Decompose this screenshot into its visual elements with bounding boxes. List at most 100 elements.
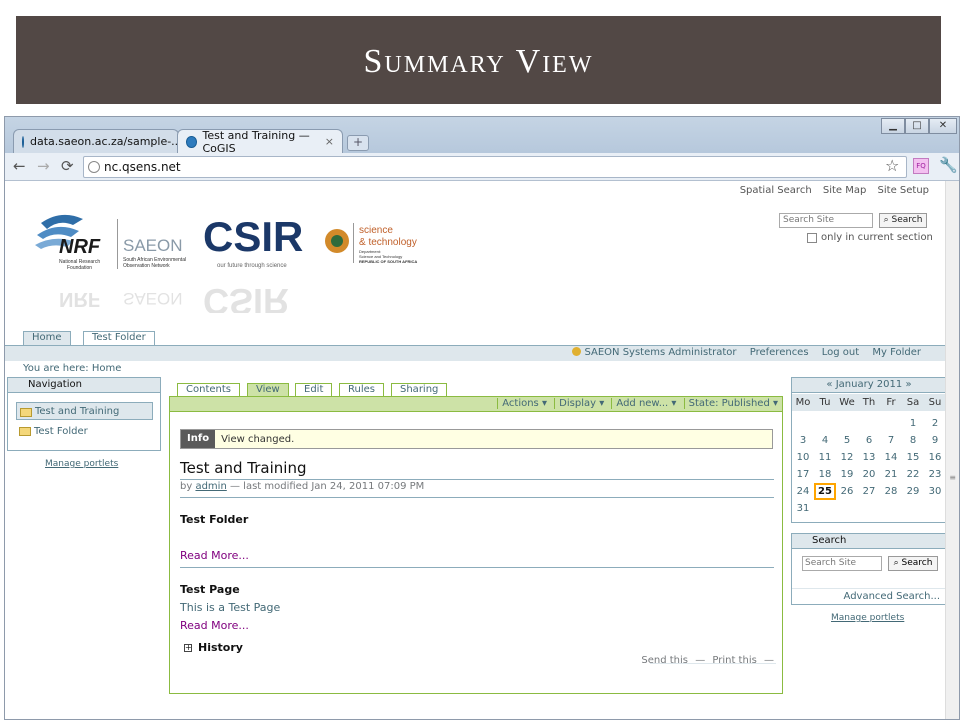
csir-tagline: our future through science [217, 263, 287, 269]
site-action-spatial-search[interactable]: Spatial Search [740, 185, 812, 196]
page-scrollbar[interactable]: ≡ [945, 181, 959, 719]
my-folder-link[interactable]: My Folder [872, 347, 921, 358]
print-this-link[interactable]: Print this [712, 655, 756, 666]
user-icon [572, 347, 582, 356]
site-action-site-map[interactable]: Site Map [823, 185, 866, 196]
dst-text-1: science [359, 225, 393, 236]
item-title-test-folder[interactable]: Test Folder [180, 513, 248, 526]
calendar-day[interactable]: 13 [858, 449, 880, 466]
calendar-day[interactable]: 23 [924, 466, 946, 483]
calendar-day[interactable]: 4 [814, 432, 836, 449]
portal-tab-test-folder[interactable]: Test Folder [83, 331, 155, 345]
tab-sharing[interactable]: Sharing [391, 383, 448, 397]
manage-portlets-right[interactable]: Manage portlets [831, 613, 904, 623]
nav-item-test-folder[interactable]: Test Folder [16, 422, 153, 440]
nav-item-test-and-training[interactable]: Test and Training [16, 402, 153, 420]
calendar-day[interactable]: 27 [858, 483, 880, 500]
calendar-day[interactable]: 14 [880, 449, 902, 466]
current-section-label: only in current section [821, 232, 933, 243]
calendar-prev[interactable]: « [826, 379, 832, 390]
calendar-day[interactable]: 11 [814, 449, 836, 466]
calendar-day[interactable]: 30 [924, 483, 946, 500]
site-search-button-label: Search [891, 215, 923, 225]
portlet-search-button[interactable]: ⌕ Search [888, 556, 938, 571]
status-message: Info View changed. [180, 429, 773, 449]
calendar-day[interactable]: 8 [902, 432, 924, 449]
dst-text-2: & technology [359, 237, 417, 248]
read-more-link[interactable]: Read More... [180, 619, 249, 632]
bookmark-star-icon[interactable]: ☆ [885, 156, 899, 175]
calendar-day[interactable]: 3 [792, 432, 814, 449]
calendar-day[interactable]: 1 [902, 415, 924, 432]
history-toggle[interactable]: + History [184, 641, 243, 654]
calendar-day[interactable]: 5 [836, 432, 858, 449]
extension-icon[interactable]: FQ [913, 158, 929, 174]
calendar-day[interactable]: 21 [880, 466, 902, 483]
calendar-day[interactable]: 22 [902, 466, 924, 483]
logout-link[interactable]: Log out [822, 347, 859, 358]
calendar-day[interactable]: 2 [924, 415, 946, 432]
breadcrumb-home[interactable]: Home [92, 363, 122, 374]
preferences-link[interactable]: Preferences [750, 347, 809, 358]
calendar-day[interactable]: 26 [836, 483, 858, 500]
close-window-button[interactable]: ✕ [929, 118, 957, 134]
calendar-day[interactable]: 7 [880, 432, 902, 449]
tab-edit[interactable]: Edit [295, 383, 333, 397]
calendar-day[interactable]: 24 [792, 483, 814, 500]
site-search-input[interactable]: Search Site [779, 213, 873, 228]
minimize-button[interactable]: ▁ [881, 118, 905, 134]
calendar-day[interactable]: 31 [792, 500, 814, 517]
back-icon[interactable]: ← [13, 157, 26, 175]
forward-icon[interactable]: → [37, 157, 50, 175]
browser-tab-saeon[interactable]: data.saeon.ac.za/sample-... × [13, 129, 191, 153]
state-menu[interactable]: State: Published ▾ [683, 398, 778, 409]
personal-bar: SAEON Systems Administrator Preferences … [5, 345, 945, 361]
actions-menu[interactable]: Actions ▾ [497, 398, 547, 409]
close-tab-icon[interactable]: × [325, 135, 334, 148]
wrench-icon[interactable]: 🔧 [939, 156, 958, 174]
tab-label: data.saeon.ac.za/sample-... [30, 135, 182, 148]
web-page: Spatial Search Site Map Site Setup NRF N… [5, 181, 959, 719]
portlet-search-input[interactable]: Search Site [802, 556, 882, 571]
new-tab-button[interactable]: + [347, 135, 369, 151]
author-link[interactable]: admin [195, 481, 226, 492]
calendar-day[interactable]: 18 [814, 466, 836, 483]
calendar-day[interactable]: 17 [792, 466, 814, 483]
item-title-test-page[interactable]: Test Page [180, 583, 240, 596]
user-name-link[interactable]: SAEON Systems Administrator [584, 347, 736, 358]
calendar-day[interactable]: 20 [858, 466, 880, 483]
maximize-button[interactable]: □ [905, 118, 929, 134]
calendar-day[interactable]: 12 [836, 449, 858, 466]
tab-rules[interactable]: Rules [339, 383, 384, 397]
calendar-day[interactable]: 19 [836, 466, 858, 483]
calendar-day[interactable]: 16 [924, 449, 946, 466]
add-new-menu[interactable]: Add new... ▾ [611, 398, 677, 409]
advanced-search-link[interactable]: Advanced Search... [792, 588, 946, 604]
calendar-today[interactable]: 25 [814, 483, 836, 500]
info-label: Info [181, 430, 216, 448]
current-section-checkbox[interactable] [807, 232, 817, 243]
calendar-day[interactable]: 15 [902, 449, 924, 466]
reload-icon[interactable]: ⟳ [61, 157, 74, 175]
calendar-day[interactable]: 29 [902, 483, 924, 500]
calendar-day[interactable]: 6 [858, 432, 880, 449]
tab-contents[interactable]: Contents [177, 383, 240, 397]
calendar-next[interactable]: » [905, 379, 911, 390]
portal-tab-home[interactable]: Home [23, 331, 71, 345]
display-menu[interactable]: Display ▾ [554, 398, 605, 409]
magnifier-icon: ⌕ [883, 215, 889, 225]
calendar-day[interactable]: 10 [792, 449, 814, 466]
manage-portlets-left[interactable]: Manage portlets [45, 459, 118, 469]
site-action-site-setup[interactable]: Site Setup [878, 185, 929, 196]
browser-tab-cogis[interactable]: Test and Training — CoGIS × [177, 129, 343, 155]
address-bar[interactable]: nc.qsens.net [83, 156, 907, 178]
site-search-button[interactable]: ⌕ Search [879, 213, 927, 228]
navigation-header: Navigation [8, 378, 160, 393]
read-more-link[interactable]: Read More... [180, 549, 249, 562]
calendar-day[interactable]: 28 [880, 483, 902, 500]
search-portlet: Search Search Site ⌕ Search Advanced Sea… [791, 533, 947, 605]
calendar-day[interactable]: 9 [924, 432, 946, 449]
tab-view[interactable]: View [247, 383, 289, 397]
send-this-link[interactable]: Send this [641, 655, 688, 666]
nrf-saeon-logo: NRF National Research Foundation SAEON S… [35, 214, 186, 271]
